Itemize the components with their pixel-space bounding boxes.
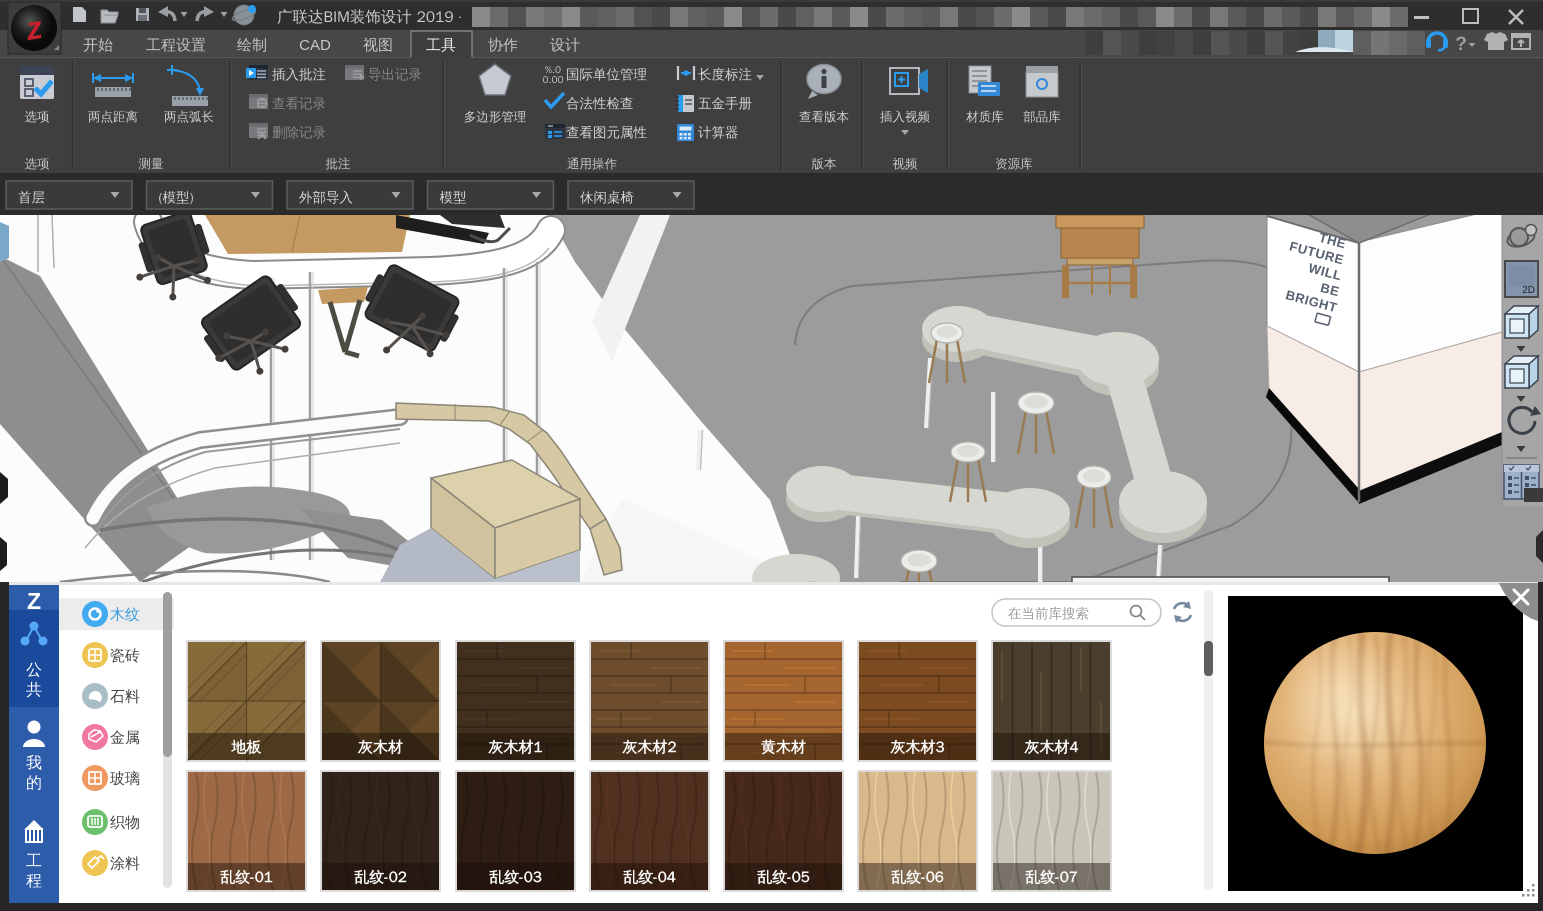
svg-text:Z: Z (27, 588, 41, 614)
svg-text:2D: 2D (1522, 285, 1535, 296)
svg-text:?: ? (1455, 34, 1467, 55)
svg-text:CAD: CAD (299, 37, 331, 54)
